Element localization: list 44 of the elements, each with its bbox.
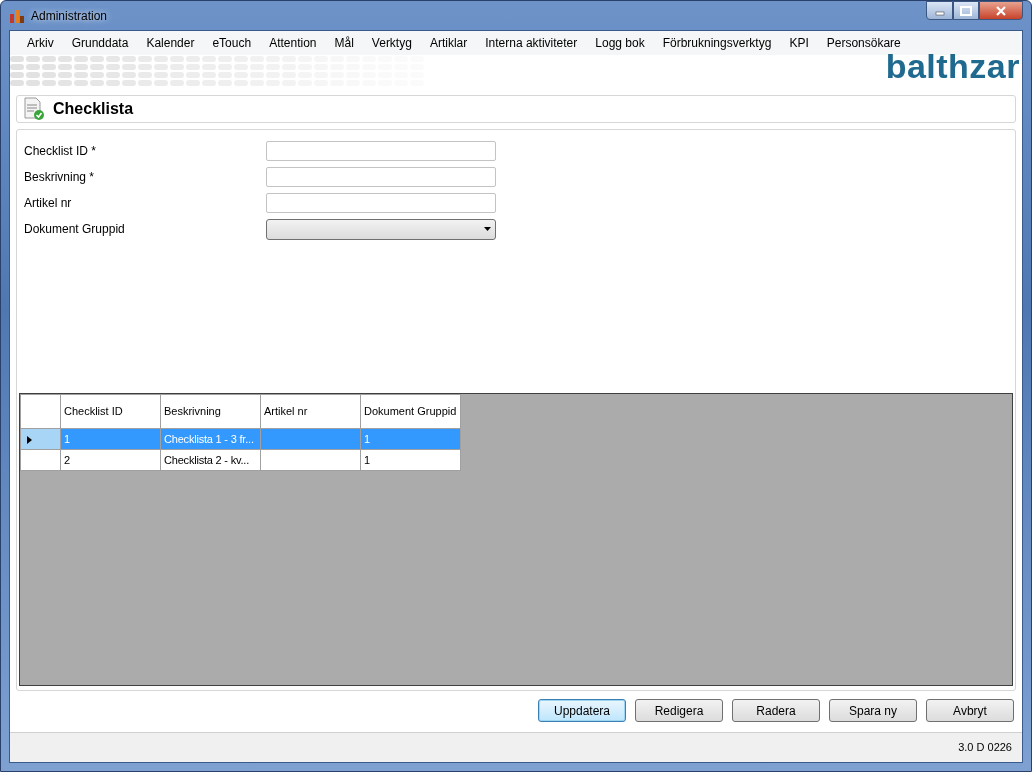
menu-item[interactable]: Logg bok: [586, 32, 654, 54]
menu-item[interactable]: Arkiv: [18, 32, 63, 54]
action-button[interactable]: Avbryt: [926, 699, 1014, 722]
field-label: Checklist ID *: [24, 143, 98, 160]
action-button[interactable]: Redigera: [635, 699, 723, 722]
menu-item[interactable]: Interna aktiviteter: [476, 32, 587, 54]
dropdown-field[interactable]: [266, 218, 496, 240]
checklist-icon: [23, 97, 45, 121]
menu-item[interactable]: Grunddata: [62, 32, 138, 54]
action-button[interactable]: Radera: [732, 699, 820, 722]
window-title: Administration: [31, 7, 108, 25]
menu-item[interactable]: Kalender: [137, 32, 204, 54]
field-label: Artikel nr: [24, 195, 73, 212]
menu-item[interactable]: KPI: [780, 32, 818, 54]
maximize-button[interactable]: [953, 1, 979, 20]
version-label: 3.0 D 0226: [958, 740, 1012, 756]
table-cell: 1: [360, 449, 461, 471]
text-field[interactable]: [266, 141, 496, 161]
caret-icon: [484, 227, 491, 231]
minimize-button[interactable]: [926, 1, 953, 20]
menu-item[interactable]: Förbrukningsverktyg: [653, 32, 781, 54]
column-header: Checklist ID: [60, 394, 161, 429]
menu-item[interactable]: Verktyg: [362, 32, 421, 54]
action-button[interactable]: Uppdatera: [538, 699, 626, 722]
table-cell: Checklista 2 - kv...: [160, 449, 261, 471]
column-header: Beskrivning: [160, 394, 261, 429]
menu-item[interactable]: Artiklar: [420, 32, 477, 54]
field-label: Dokument Gruppid: [24, 221, 126, 238]
menu-item[interactable]: eTouch: [203, 32, 261, 54]
text-field[interactable]: [266, 167, 496, 187]
close-icon: [995, 5, 1007, 16]
menu-item[interactable]: Mål: [325, 32, 363, 54]
action-button[interactable]: Spara ny: [829, 699, 917, 722]
maximize-icon: [960, 5, 972, 16]
close-button[interactable]: [979, 1, 1023, 20]
row-header[interactable]: [20, 449, 61, 471]
field-label: Beskrivning *: [24, 169, 96, 186]
page-title: Checklista: [53, 99, 134, 119]
column-header: Artikel nr: [260, 394, 361, 429]
menu-item[interactable]: Attention: [260, 32, 326, 54]
app-icon: [9, 7, 25, 24]
column-header: Dokument Gruppid: [360, 394, 461, 429]
table-cell: 2: [60, 449, 161, 471]
text-field[interactable]: [266, 193, 496, 213]
